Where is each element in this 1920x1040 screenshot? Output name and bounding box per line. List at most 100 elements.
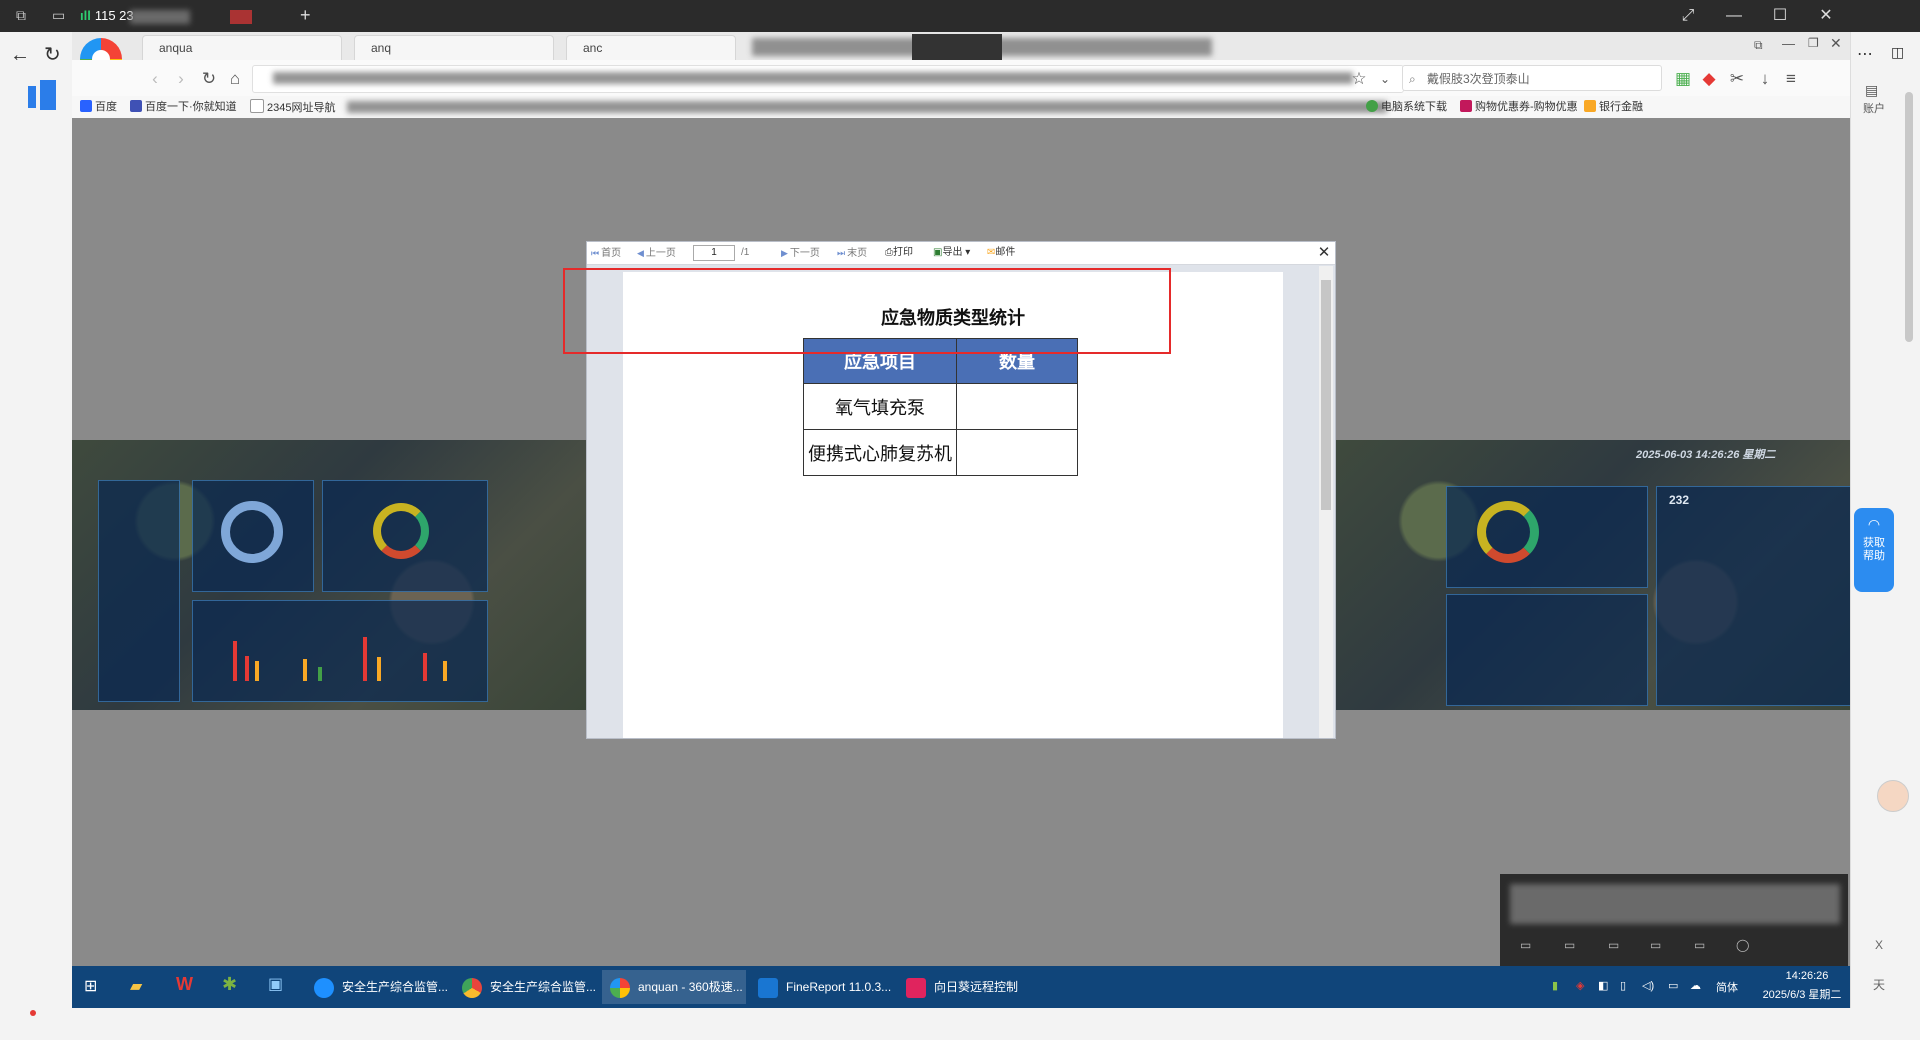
taskbar-item-chrome[interactable]: 安全生产综合监管... xyxy=(454,970,598,1004)
menu-icon[interactable]: ≡ xyxy=(1780,68,1802,90)
bookmark-shopping[interactable]: 购物优惠券-购物优惠 xyxy=(1460,99,1578,115)
help-label: 获取帮助 xyxy=(1863,537,1885,562)
dropdown-icon[interactable]: ⌄ xyxy=(1374,68,1396,90)
clock-time[interactable]: 14:26:26 xyxy=(1772,970,1842,982)
workspaces-icon[interactable]: ⧉ xyxy=(16,7,26,24)
monitor-icon[interactable]: ▭ xyxy=(1564,938,1575,952)
pinwheel-icon[interactable]: ✱ xyxy=(222,974,237,995)
outer-scrollbar[interactable] xyxy=(1905,92,1913,342)
cell-item: 氧气填充泵 xyxy=(803,383,957,430)
browser-close-icon[interactable]: ✕ xyxy=(1830,35,1842,52)
account-icon[interactable]: ▤ xyxy=(1865,82,1878,99)
bookmark-baidu-search[interactable]: 百度一下·你就知道 xyxy=(130,99,237,115)
back-icon[interactable]: ‹ xyxy=(144,68,166,90)
bookmark-2345[interactable]: 2345网址导航 xyxy=(250,99,335,116)
tray-app-icon[interactable]: ◈ xyxy=(1576,979,1584,992)
forward-icon[interactable]: › xyxy=(170,68,192,90)
blurred-bookmarks xyxy=(347,101,1387,113)
globe-icon xyxy=(1366,100,1378,112)
search-input[interactable]: ⌕ 戴假肢3次登顶泰山 xyxy=(1402,65,1662,91)
camera-icon[interactable]: ▭ xyxy=(1608,938,1619,952)
file-explorer-icon[interactable]: ▰ xyxy=(130,976,142,996)
tab-2[interactable]: anq xyxy=(354,35,554,60)
help-button[interactable]: ◠ 获取帮助 xyxy=(1854,508,1894,592)
clock-date[interactable]: 2025/6/3 星期二 xyxy=(1752,986,1852,1002)
highlight-box xyxy=(563,268,1171,354)
network-icon[interactable]: ▭ xyxy=(1668,979,1678,992)
star-icon[interactable]: ☆ xyxy=(1348,68,1370,90)
dialog-close-icon[interactable]: ✕ xyxy=(1315,244,1333,262)
browser-maximize-icon[interactable]: ❐ xyxy=(1808,36,1819,50)
tray-sunlogin-icon[interactable]: ◧ xyxy=(1598,979,1608,992)
bar-panel xyxy=(192,600,488,702)
cell-qty xyxy=(956,429,1078,476)
account-label[interactable]: 账户 xyxy=(1863,100,1885,116)
wps-icon[interactable]: W xyxy=(176,974,193,995)
export-button[interactable]: ▣导出 ▾ xyxy=(933,246,970,260)
close-button[interactable]: ✕ xyxy=(1806,4,1846,28)
next-page-button[interactable]: ▶ 下一页 xyxy=(781,246,820,261)
screen-icon[interactable]: ▭ xyxy=(1694,938,1705,952)
taskbar: ⊞ ▰ W ✱ ▣ 安全生产综合监管... 安全生产综合监管... anquan… xyxy=(72,966,1850,1008)
prev-page-button[interactable]: ◀ 上一页 xyxy=(637,246,676,261)
minimize-button[interactable]: — xyxy=(1714,4,1754,28)
bookmark-label: 百度一下·你就知道 xyxy=(145,101,237,113)
bookmark-baidu[interactable]: 百度 xyxy=(80,99,117,115)
scroll-thumb[interactable] xyxy=(1321,280,1331,510)
weather-icon[interactable]: 天 xyxy=(1873,976,1885,993)
apps-icon[interactable]: ▦ xyxy=(1672,68,1694,90)
cell-item: 便携式心肺复苏机 xyxy=(803,429,957,476)
bookmarks-bar: 百度 百度一下·你就知道 2345网址导航 电脑系统下载 购物优惠券-购物优惠 … xyxy=(72,96,1850,119)
remote-desktop-icon[interactable]: ▣ xyxy=(268,974,283,994)
chat-icon[interactable]: ▭ xyxy=(1520,938,1531,952)
usb-icon[interactable]: ▯ xyxy=(1620,979,1626,992)
mail-button[interactable]: ✉邮件 xyxy=(987,246,1015,260)
window-restore-icon[interactable]: ⧉ xyxy=(1754,38,1763,53)
address-bar[interactable] xyxy=(252,65,1404,93)
taskbar-item-edge[interactable]: 安全生产综合监管... xyxy=(306,970,450,1004)
close-x-icon[interactable]: X xyxy=(1875,938,1883,952)
browser-minimize-icon[interactable]: — xyxy=(1782,36,1795,51)
home-icon[interactable]: ⌂ xyxy=(224,68,246,90)
download-icon[interactable]: ↓ xyxy=(1754,68,1776,90)
ime-indicator[interactable]: 简体 xyxy=(1716,979,1738,995)
report-scrollbar[interactable] xyxy=(1319,266,1333,738)
tab-3[interactable]: anc xyxy=(566,35,736,60)
taskbar-item-sunlogin[interactable]: 向日葵远程控制 xyxy=(898,970,1042,1004)
taskbar-item-finereport[interactable]: FineReport 11.0.3... xyxy=(750,970,894,1004)
risk-panel xyxy=(322,480,488,592)
keyboard-icon[interactable]: ▭ xyxy=(1650,938,1661,952)
maximize-button[interactable]: ☐ xyxy=(1760,4,1800,28)
windows-start-icon[interactable]: ⊞ xyxy=(84,976,97,996)
sidebar-toggle-icon[interactable]: ◫ xyxy=(1891,44,1904,61)
back-arrow-icon[interactable]: ← xyxy=(10,44,30,67)
game-icon[interactable]: ◆ xyxy=(1698,68,1720,90)
reload-icon[interactable]: ↻ xyxy=(198,68,220,90)
tab-1[interactable]: anqua xyxy=(142,35,342,60)
tab-1-label: anqua xyxy=(159,41,193,55)
page-number-input[interactable]: 1 xyxy=(693,245,735,261)
mail-label: 邮件 xyxy=(995,247,1016,258)
cloud-icon[interactable]: ☁ xyxy=(1690,979,1701,992)
tab-actions-icon[interactable]: ▭ xyxy=(52,7,65,24)
stats-panel xyxy=(98,480,180,702)
bookmark-system-download[interactable]: 电脑系统下载 xyxy=(1366,99,1447,115)
battery-icon[interactable]: ▮ xyxy=(1552,979,1558,992)
bookmark-bank[interactable]: 银行金融 xyxy=(1584,99,1643,115)
bookmark-label: 百度 xyxy=(95,101,117,113)
bar xyxy=(233,641,237,681)
print-button[interactable]: ⎙打印 xyxy=(885,246,913,260)
speaker-icon[interactable]: ◁) xyxy=(1642,979,1654,992)
avatar[interactable] xyxy=(1877,780,1909,812)
taskbar-item-360[interactable]: anquan - 360极速... xyxy=(602,970,746,1004)
risk-donut xyxy=(373,503,429,559)
fullscreen-icon[interactable]: ⤢ xyxy=(1668,4,1708,28)
bar xyxy=(255,661,259,681)
refresh-icon[interactable]: ↻ xyxy=(44,42,61,67)
first-page-button[interactable]: ⏮ 首页 xyxy=(591,246,621,261)
scissors-icon[interactable]: ✂ xyxy=(1726,68,1748,90)
more-icon[interactable]: ⋯ xyxy=(1857,44,1873,64)
last-page-button[interactable]: ⏭ 末页 xyxy=(837,246,867,261)
settings-icon[interactable]: ◯ xyxy=(1736,938,1749,952)
new-tab-icon[interactable]: + xyxy=(300,5,311,26)
